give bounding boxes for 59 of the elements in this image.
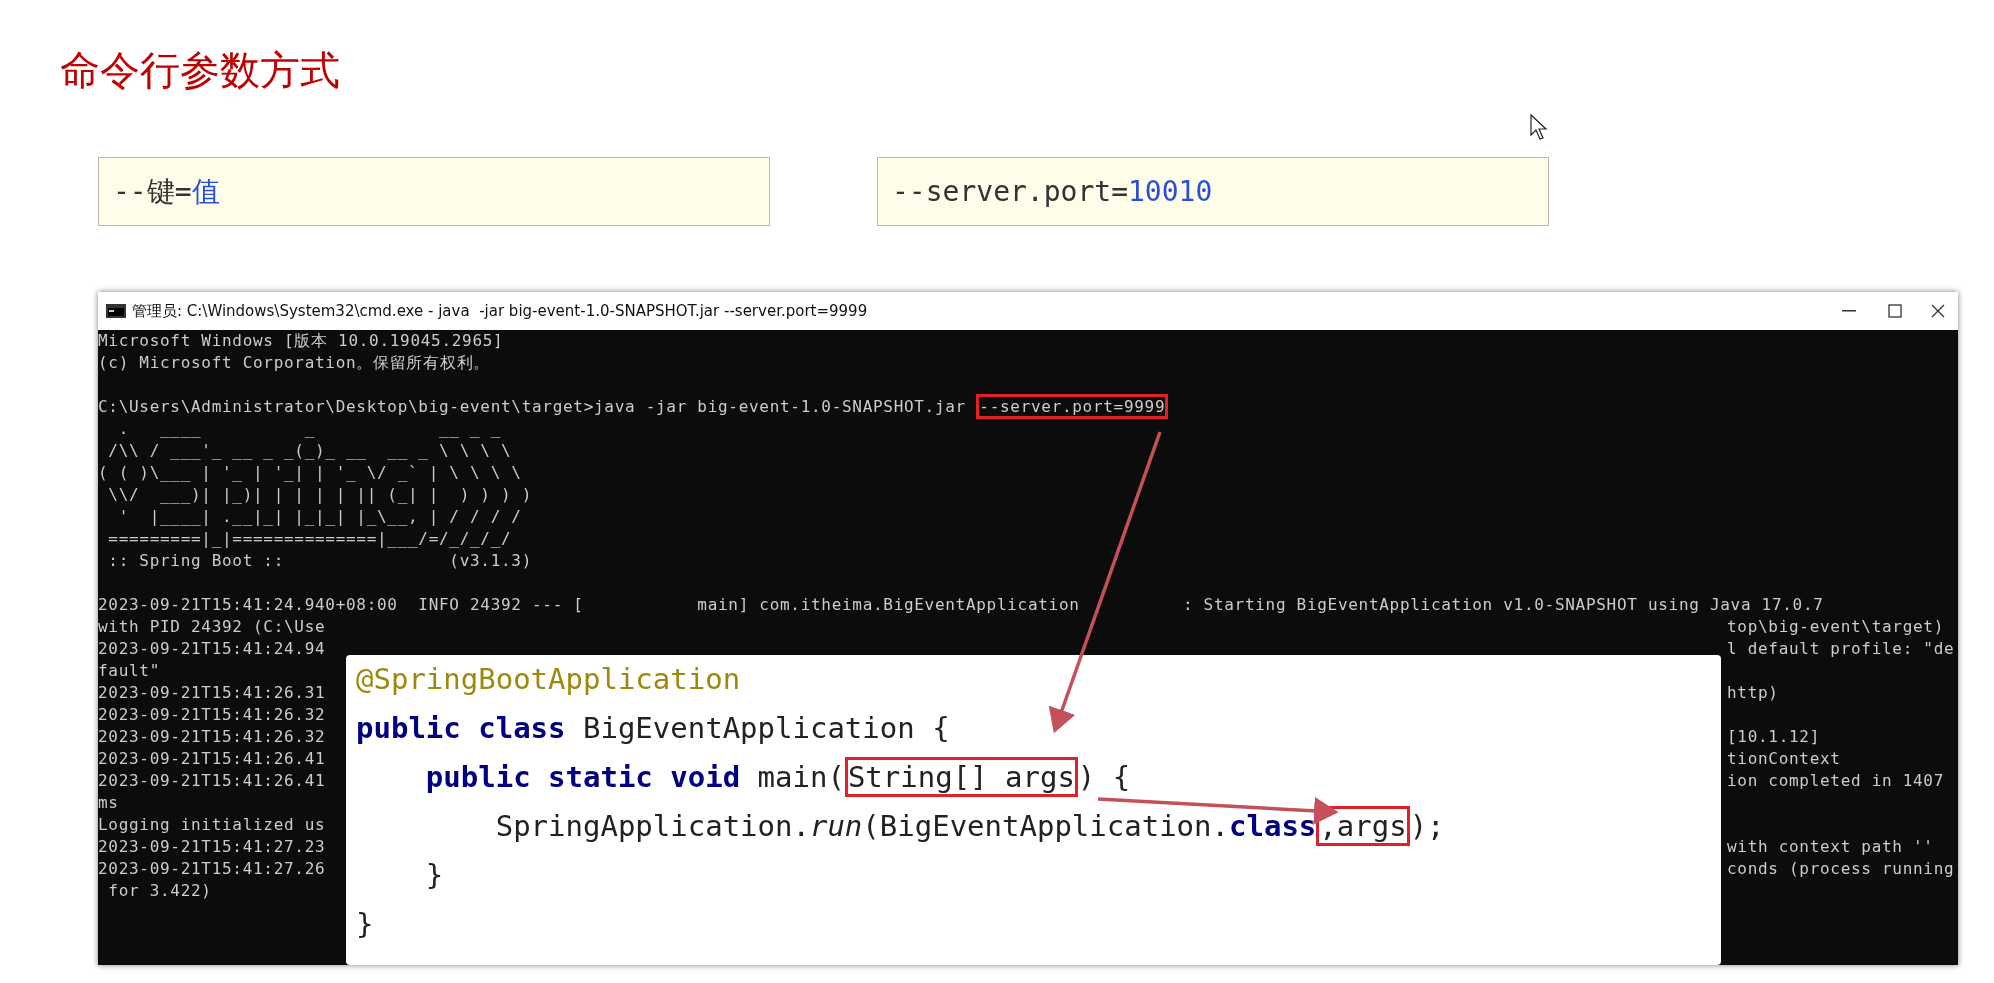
highlighted-argument: --server.port=9999: [976, 394, 1169, 419]
terminal-line: 2023-09-21T15:41:26.41: [98, 771, 326, 790]
terminal-line: . ____ _ __ _ _: [117, 419, 501, 438]
close-icon: [1931, 304, 1945, 318]
terminal-line: /\\ / ___'_ __ _ _(_)_ __ __ _ \ \ \ \: [107, 441, 512, 460]
terminal-icon: [106, 304, 126, 318]
terminal-line: 2023-09-21T15:41:27.26: [98, 859, 326, 878]
terminal-line: \\/ ___)| |_)| | | | | || (_| | ) ) ) ): [107, 485, 532, 504]
slide-title: 命令行参数方式: [60, 46, 341, 95]
code-keyword: public static void: [424, 760, 741, 794]
example-text: --键=: [113, 173, 192, 210]
highlighted-code: String[] args: [844, 757, 1078, 797]
terminal-line: top\big-event\target): [1727, 617, 1944, 636]
terminal-line: with context path '': [1727, 837, 1934, 856]
terminal-line: for 3.422): [107, 881, 212, 900]
code-method: run: [809, 809, 863, 843]
code-text: main(: [756, 760, 845, 794]
terminal-line: C:\Users\Administrator\Desktop\big-event\target>java -jar big-event-1.0-SNAPSHOT.jar: [98, 397, 967, 416]
terminal-line: :: Spring Boot :: (v3.1.3): [107, 551, 532, 570]
maximize-icon: [1888, 304, 1902, 318]
terminal-line: fault": [98, 661, 160, 680]
code-keyword: public class: [356, 711, 566, 745]
terminal-line: ( ( )\___ | '_ | '_| | '_ \/ _` | \ \ \ \: [98, 463, 522, 482]
terminal-line: 2023-09-21T15:41:26.32: [98, 705, 326, 724]
minimize-icon: [1842, 310, 1856, 312]
highlighted-code: ,args: [1316, 806, 1410, 846]
example-value: 值: [191, 173, 220, 210]
terminal-line: 2023-09-21T15:41:26.41: [98, 749, 326, 768]
terminal-line: l default profile: "de: [1727, 639, 1955, 658]
terminal-line: ion completed in 1407: [1727, 771, 1944, 790]
terminal-line: tionContext: [1727, 749, 1841, 768]
example-value: 10010: [1128, 173, 1213, 210]
code-text: }: [356, 907, 374, 941]
terminal-line: ' |____| .__|_| |_|_| |_\__, | / / / /: [117, 507, 522, 526]
terminal-line: [10.1.12]: [1727, 727, 1820, 746]
code-text: SpringApplication.: [494, 809, 810, 843]
terminal-line: 2023-09-21T15:41:24.94: [98, 639, 326, 658]
terminal-line: =========|_|==============|___/=/_/_/_/: [107, 529, 512, 548]
code-text: );: [1409, 809, 1445, 843]
terminal-line: 2023-09-21T15:41:24.940+08:00 INFO 24392 --- [ main] com.itheima.BigEventApplication : Starting BigEventApplication v1.0-SNAPSHOT using Java 17.0.7: [98, 595, 1824, 614]
terminal-line: with PID 24392 (C:\Use: [98, 617, 326, 636]
code-keyword: class: [1229, 809, 1317, 843]
mouse-cursor-icon: [1530, 113, 1548, 140]
terminal-line: Logging initialized us: [98, 815, 326, 834]
terminal-line: ms: [98, 793, 119, 812]
window-title: 管理员: C:\Windows\System32\cmd.exe - java -jar big-event-1.0-SNAPSHOT.jar --server.port=9999: [132, 300, 868, 322]
example-text: --server.port=: [892, 173, 1128, 210]
code-text: BigEventApplication {: [581, 711, 950, 745]
code-annotation: @SpringBootApplication: [356, 662, 741, 696]
code-text: (BigEventApplication.: [862, 809, 1229, 843]
terminal-line: 2023-09-21T15:41:26.32: [98, 727, 326, 746]
terminal-line: 2023-09-21T15:41:27.23: [98, 837, 326, 856]
terminal-line: http): [1727, 683, 1779, 702]
code-text: ) {: [1077, 760, 1131, 794]
code-text: }: [424, 858, 444, 892]
terminal-line: Microsoft Windows [版本 10.0.19045.2965]: [98, 331, 504, 350]
terminal-line: 2023-09-21T15:41:26.31: [98, 683, 326, 702]
terminal-line: conds (process running: [1727, 859, 1955, 878]
terminal-line: (c) Microsoft Corporation。保留所有权利。: [98, 353, 490, 372]
